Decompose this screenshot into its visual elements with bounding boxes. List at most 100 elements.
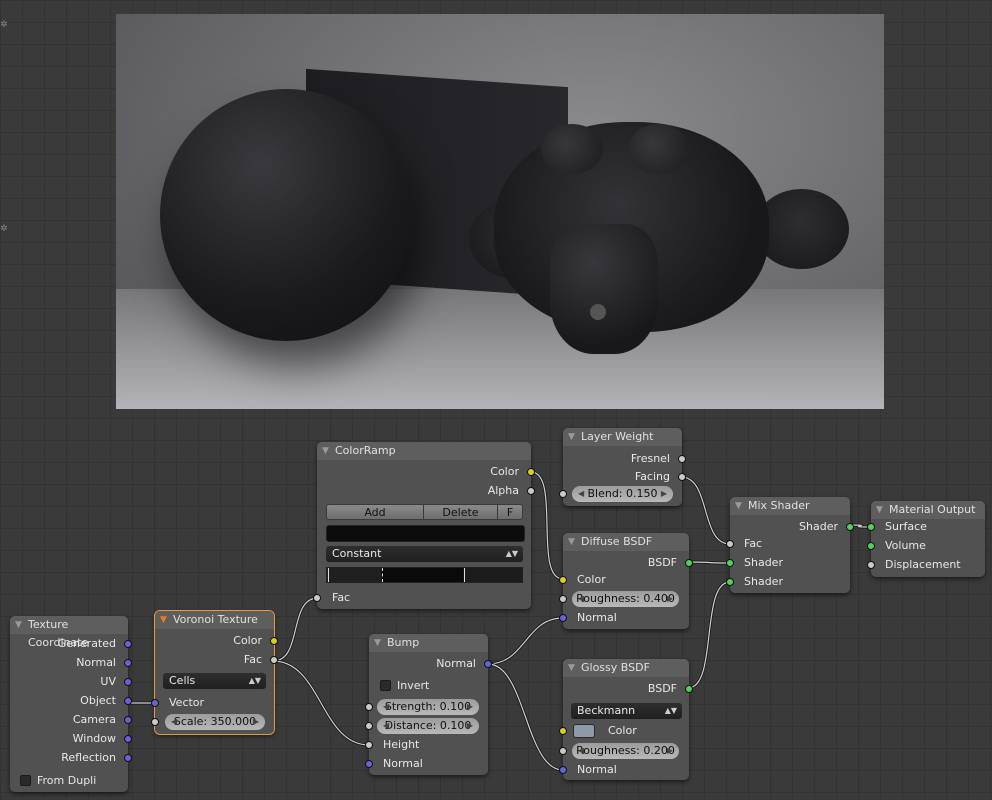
socket-normal-in[interactable] bbox=[365, 760, 373, 768]
node-link[interactable] bbox=[487, 617, 564, 665]
node-layer-weight[interactable]: ▼ Layer Weight Fresnel Facing ◀ Blend: 0.1… bbox=[559, 428, 686, 506]
collapse-triangle-icon[interactable]: ▼ bbox=[568, 659, 575, 677]
socket-surface-in[interactable] bbox=[867, 523, 875, 531]
node-glossy-bsdf[interactable]: ▼ Glossy BSDF BSDF Beckmann ▲▼ Color ◀ Roug… bbox=[559, 659, 693, 780]
collapse-triangle-icon[interactable]: ▼ bbox=[322, 442, 329, 460]
socket-fac-out[interactable] bbox=[270, 656, 278, 664]
node-colorramp[interactable]: ▼ ColorRamp Color Alpha Add Delete F Cons… bbox=[313, 442, 535, 609]
ramp-stop-marker[interactable] bbox=[328, 568, 329, 582]
distribution-dropdown[interactable]: Beckmann ▲▼ bbox=[571, 703, 682, 719]
collapse-triangle-icon[interactable]: ▼ bbox=[374, 634, 381, 652]
interpolation-dropdown[interactable]: Constant ▲▼ bbox=[326, 546, 523, 562]
node-material-output[interactable]: ▼ Material Output Surface Volume Displace… bbox=[867, 501, 985, 577]
roughness-field[interactable]: ◀ Roughness: 0.400 ▶ bbox=[572, 591, 679, 607]
collapse-triangle-icon[interactable]: ▼ bbox=[568, 533, 575, 551]
node-link[interactable] bbox=[680, 475, 731, 546]
socket-distance-in[interactable] bbox=[365, 722, 373, 730]
node-link[interactable] bbox=[272, 659, 370, 747]
socket-color-out[interactable] bbox=[270, 637, 278, 645]
socket-strength-in[interactable] bbox=[365, 703, 373, 711]
decrement-arrow-icon[interactable]: ◀ bbox=[383, 718, 389, 734]
panel-toggle-icon[interactable]: ✲ bbox=[0, 224, 8, 234]
color-ramp-bar[interactable] bbox=[326, 567, 523, 583]
node-link[interactable] bbox=[530, 470, 564, 581]
socket-fac-in[interactable] bbox=[313, 594, 321, 602]
node-link[interactable] bbox=[687, 561, 731, 564]
socket-color-in[interactable] bbox=[559, 576, 567, 584]
flip-button[interactable]: F bbox=[497, 504, 523, 520]
decrement-arrow-icon[interactable]: ◀ bbox=[383, 699, 389, 715]
socket-blend-in[interactable] bbox=[559, 490, 567, 498]
increment-arrow-icon[interactable]: ▶ bbox=[467, 699, 473, 715]
strength-field[interactable]: ◀ Strength: 0.100 ▶ bbox=[377, 699, 479, 715]
coloring-dropdown[interactable]: Cells ▲▼ bbox=[163, 673, 266, 689]
increment-arrow-icon[interactable]: ▶ bbox=[467, 718, 473, 734]
collapse-triangle-icon[interactable]: ▼ bbox=[876, 501, 883, 519]
socket-displacement-in[interactable] bbox=[867, 561, 875, 569]
node-header[interactable]: ▼ Texture Coordinate bbox=[10, 616, 128, 649]
socket-vector-in[interactable] bbox=[151, 699, 159, 707]
node-diffuse-bsdf[interactable]: ▼ Diffuse BSDF BSDF Color ◀ Roughness: 0.4… bbox=[559, 533, 693, 629]
socket-bsdf-out[interactable] bbox=[685, 685, 693, 693]
socket-uv[interactable] bbox=[124, 678, 132, 686]
socket-fresnel-out[interactable] bbox=[678, 455, 686, 463]
collapse-triangle-icon[interactable]: ▼ bbox=[160, 611, 167, 629]
ramp-stop-marker[interactable] bbox=[464, 568, 465, 582]
decrement-arrow-icon[interactable]: ◀ bbox=[578, 743, 584, 759]
scale-field[interactable]: ◀ Scale: 350.000 ▶ bbox=[165, 714, 265, 730]
socket-shader1-in[interactable] bbox=[726, 559, 734, 567]
distance-field[interactable]: ◀ Distance: 0.100 ▶ bbox=[377, 718, 479, 734]
socket-roughness-in[interactable] bbox=[559, 595, 567, 603]
socket-fac-in[interactable] bbox=[726, 540, 734, 548]
collapse-triangle-icon[interactable]: ▼ bbox=[15, 616, 22, 634]
socket-normal-in[interactable] bbox=[559, 766, 567, 774]
node-link[interactable] bbox=[272, 660, 370, 746]
node-link[interactable] bbox=[687, 580, 731, 690]
socket-camera[interactable] bbox=[124, 716, 132, 724]
node-header[interactable]: ▼ Layer Weight bbox=[563, 428, 682, 446]
active-color-swatch[interactable] bbox=[326, 525, 525, 542]
node-header[interactable]: ▼ Glossy BSDF bbox=[563, 659, 689, 677]
node-link[interactable] bbox=[687, 581, 731, 689]
blend-field[interactable]: ◀ Blend: 0.150 ▶ bbox=[572, 486, 673, 502]
socket-bsdf-out[interactable] bbox=[685, 559, 693, 567]
node-link[interactable] bbox=[487, 616, 564, 666]
node-link[interactable] bbox=[272, 597, 319, 662]
socket-normal-in[interactable] bbox=[559, 614, 567, 622]
node-bump[interactable]: ▼ Bump Normal Invert ◀ Strength: 0.100 ▶ ◀ D… bbox=[365, 634, 492, 775]
socket-volume-in[interactable] bbox=[867, 542, 875, 550]
socket-alpha-out[interactable] bbox=[527, 487, 535, 495]
node-header[interactable]: ▼ Mix Shader bbox=[730, 497, 850, 515]
socket-object[interactable] bbox=[124, 697, 132, 705]
node-link[interactable] bbox=[487, 662, 564, 772]
node-mix-shader[interactable]: ▼ Mix Shader Shader Fac Shader Shader bbox=[726, 497, 854, 593]
node-texture-coordinate[interactable]: ▼ Texture Coordinate Generated Normal UV … bbox=[10, 616, 132, 792]
decrement-arrow-icon[interactable]: ◀ bbox=[578, 486, 584, 502]
decrement-arrow-icon[interactable]: ◀ bbox=[171, 714, 177, 730]
socket-scale-in[interactable] bbox=[151, 718, 159, 726]
node-link[interactable] bbox=[530, 471, 564, 580]
socket-facing-out[interactable] bbox=[678, 473, 686, 481]
node-link[interactable] bbox=[687, 560, 731, 565]
node-header[interactable]: ▼ Voronoi Texture bbox=[155, 611, 274, 629]
node-link[interactable] bbox=[272, 596, 319, 663]
increment-arrow-icon[interactable]: ▶ bbox=[667, 743, 673, 759]
collapse-triangle-icon[interactable]: ▼ bbox=[568, 428, 575, 446]
increment-arrow-icon[interactable]: ▶ bbox=[253, 714, 259, 730]
collapse-triangle-icon[interactable]: ▼ bbox=[735, 497, 742, 515]
node-link[interactable] bbox=[680, 476, 731, 545]
add-button[interactable]: Add bbox=[326, 504, 424, 520]
socket-window[interactable] bbox=[124, 735, 132, 743]
socket-normal-out[interactable] bbox=[484, 660, 492, 668]
socket-roughness-in[interactable] bbox=[559, 747, 567, 755]
socket-reflection[interactable] bbox=[124, 754, 132, 762]
node-header[interactable]: ▼ Material Output bbox=[871, 501, 985, 519]
socket-height-in[interactable] bbox=[365, 741, 373, 749]
socket-shader2-in[interactable] bbox=[726, 578, 734, 586]
node-link[interactable] bbox=[487, 663, 564, 771]
socket-color-out[interactable] bbox=[527, 468, 535, 476]
decrement-arrow-icon[interactable]: ◀ bbox=[578, 591, 584, 607]
ramp-stop-marker-active[interactable] bbox=[382, 568, 384, 582]
node-header[interactable]: ▼ ColorRamp bbox=[317, 442, 531, 460]
panel-toggle-icon[interactable]: ✲ bbox=[0, 20, 8, 30]
